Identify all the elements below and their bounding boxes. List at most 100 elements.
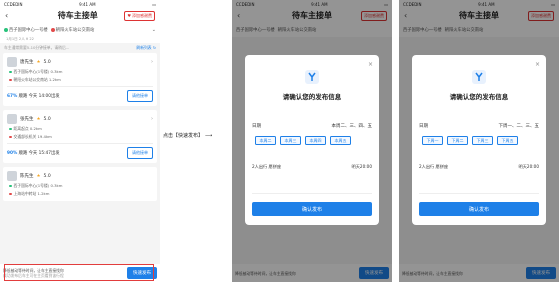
date-value: 下周一、二、三、五 xyxy=(498,124,540,129)
wait-hint: 车主通常需要5-10分钟接单，请稍后... 刷新列表 ↻ xyxy=(0,43,160,53)
close-icon[interactable]: × xyxy=(368,61,373,68)
step-annotation: 点击【快速发布】 ⟶ xyxy=(163,132,213,140)
green-dot-icon xyxy=(9,184,12,187)
driver-rating: 5.0 xyxy=(43,59,51,65)
pickup-distance: 西子国际中心(1号楼) 0.3km xyxy=(7,183,153,189)
star-icon: ★ xyxy=(36,59,41,65)
passenger-info: 2人出行 愿拼座 xyxy=(419,164,449,169)
back-icon[interactable]: ‹ xyxy=(5,11,31,20)
dropoff-distance: 上海站中转站 1.2km xyxy=(7,191,153,197)
thank-fee-label: 添加感谢费 xyxy=(132,12,152,18)
chevron-right-icon: › xyxy=(151,59,153,65)
driver-name: 唐先生 xyxy=(20,60,34,65)
red-dot-icon xyxy=(9,78,12,81)
chevron-right-icon: › xyxy=(151,116,153,122)
dropoff-label: 上海站中转站 1.2km xyxy=(13,191,50,196)
destination-dot-icon xyxy=(50,27,55,32)
dropoff-label: 交通部长机关 19.4km xyxy=(13,134,52,139)
confirm-publish-button[interactable]: 确认发布 xyxy=(419,202,539,216)
driver-name: 陈先生 xyxy=(20,174,34,179)
avatar xyxy=(7,171,17,181)
date-chip[interactable]: 下周一 xyxy=(422,136,443,145)
pickup-distance: 西子国际中心(1号楼) 0.3km xyxy=(7,69,153,75)
date-chip[interactable]: 本周四 xyxy=(305,136,326,145)
chevron-down-icon[interactable]: ⌄ xyxy=(152,27,156,33)
star-icon: ★ xyxy=(36,173,41,179)
confirm-publish-button[interactable]: 确认发布 xyxy=(252,202,372,216)
match-percent: 90% xyxy=(7,151,18,156)
modal-title: 请确认您的发布信息 xyxy=(282,93,342,101)
date-row[interactable]: 日期 下周一、二、三、五 xyxy=(412,123,546,129)
refresh-list-button[interactable]: 刷新列表 ↻ xyxy=(136,45,156,51)
green-dot-icon xyxy=(9,127,12,130)
green-dot-icon xyxy=(9,70,12,73)
date-chip[interactable]: 本周三 xyxy=(280,136,301,145)
arrow-right-icon: ⟶ xyxy=(205,132,213,139)
date-label: 日期 xyxy=(252,124,261,129)
date-chip[interactable]: 本周五 xyxy=(330,136,351,145)
trip-info-row: 2人出行 愿拼座 明天20:00 xyxy=(245,164,379,170)
phone-screen-1: CCDEDIN 9:41 AM ▭ ‹ 待车主接单 ♥ 添加感谢费 西子国际中心一号楼… xyxy=(0,0,160,282)
driver-card[interactable]: 唐先生 ★ 5.0 › 西子国际中心(1号楼) 0.3km 朝阳火车站公交南站 1.… xyxy=(3,53,157,106)
driver-name: 张先生 xyxy=(20,117,34,122)
date-value: 本周二、三、四、五 xyxy=(331,124,373,129)
origin-dot-icon xyxy=(4,27,8,32)
avatar xyxy=(7,57,17,67)
invite-driver-button[interactable]: 请他接单 xyxy=(127,90,153,102)
depart-time: 明天20:00 xyxy=(351,164,372,169)
divider xyxy=(419,193,539,194)
annotation-text: 点击【快速发布】 xyxy=(163,133,204,139)
dropoff-distance: 朝阳火车站公交南站 1.2km xyxy=(7,77,153,83)
date-chip[interactable]: 下周二 xyxy=(447,136,468,145)
carrier-label: CCDEDIN xyxy=(4,1,23,7)
page-title: 待车主接单 xyxy=(57,11,98,20)
driver-card[interactable]: 张先生 ★ 5.0 › 距离起点 0.2km 交通部长机关 19.4km 90% 顺… xyxy=(3,110,157,163)
depart-time: 明天20:00 xyxy=(518,164,539,169)
red-dot-icon xyxy=(9,192,12,195)
thank-fee-button[interactable]: ♥ 添加感谢费 xyxy=(124,10,155,21)
driver-rating: 5.0 xyxy=(43,116,51,122)
app-logo-icon xyxy=(472,70,486,84)
pickup-label: 西子国际中心(1号楼) 0.3km xyxy=(13,183,63,188)
origin: 西子国际中心一号楼 xyxy=(4,27,48,33)
date-chip[interactable]: 下周三 xyxy=(472,136,493,145)
driver-rating: 5.0 xyxy=(43,173,51,179)
driver-card[interactable]: 陈先生 ★ 5.0 西子国际中心(1号楼) 0.3km 上海站中转站 1.2km xyxy=(3,167,157,201)
star-icon: ★ xyxy=(36,116,41,122)
pickup-label: 西子国际中心(1号楼) 0.3km xyxy=(13,69,63,74)
pickup-label: 距离起点 0.2km xyxy=(13,126,42,131)
date-chip[interactable]: 下周五 xyxy=(497,136,518,145)
date-chips: 本周二 本周三 本周四 本周五 xyxy=(245,136,379,145)
highlight-box xyxy=(4,264,154,281)
pickup-distance: 距离起点 0.2km xyxy=(7,126,153,132)
date-chips: 下周一 下周二 下周三 下周五 xyxy=(412,136,546,145)
depart-time: 今天 14:00出发 xyxy=(28,94,60,99)
confirm-modal: × 请确认您的发布信息 日期 本周二、三、四、五 本周二 本周三 本周四 本周五 2人出… xyxy=(245,55,379,225)
route-summary[interactable]: 西子国际中心一号楼 朝阳火车站公交南站 ⌄ xyxy=(0,23,160,37)
invite-driver-button[interactable]: 请他接单 xyxy=(127,147,153,159)
status-bar: CCDEDIN 9:41 AM ▭ xyxy=(0,0,160,8)
app-logo-icon xyxy=(305,70,319,84)
destination-label: 朝阳火车站公交南站 xyxy=(55,28,95,33)
clock: 9:41 AM xyxy=(79,1,96,7)
date-label: 日期 xyxy=(419,124,428,129)
confirm-modal: × 请确认您的发布信息 日期 下周一、二、三、五 下周一 下周二 下周三 下周五 2人出… xyxy=(412,55,546,225)
date-row[interactable]: 日期 本周二、三、四、五 xyxy=(245,123,379,129)
hint-text: 车主通常需要5-10分钟接单，请稍后... xyxy=(4,45,70,50)
date-chip[interactable]: 本周二 xyxy=(255,136,276,145)
divider xyxy=(252,193,372,194)
passenger-info: 2人出行 愿拼座 xyxy=(252,164,282,169)
trip-info-row: 2人出行 愿拼座 明天20:00 xyxy=(412,164,546,170)
dropoff-distance: 交通部长机关 19.4km xyxy=(7,134,153,140)
modal-title: 请确认您的发布信息 xyxy=(449,93,509,101)
destination: 朝阳火车站公交南站 xyxy=(50,27,95,33)
gift-icon: ♥ xyxy=(127,13,131,18)
close-icon[interactable]: × xyxy=(535,61,540,68)
phone-screen-3: CCDEDIN 9:41 AM ▭ ‹ 待车主接单 添加感谢费 西子国际中心一号楼 朝阳火… xyxy=(399,0,559,282)
battery-icon: ▭ xyxy=(152,1,156,7)
match-percent: 67% xyxy=(7,94,18,99)
match-label: 顺路 xyxy=(18,151,28,156)
depart-time: 今天 15:47出发 xyxy=(28,151,60,156)
red-dot-icon xyxy=(9,135,12,138)
match-label: 顺路 xyxy=(18,94,28,99)
